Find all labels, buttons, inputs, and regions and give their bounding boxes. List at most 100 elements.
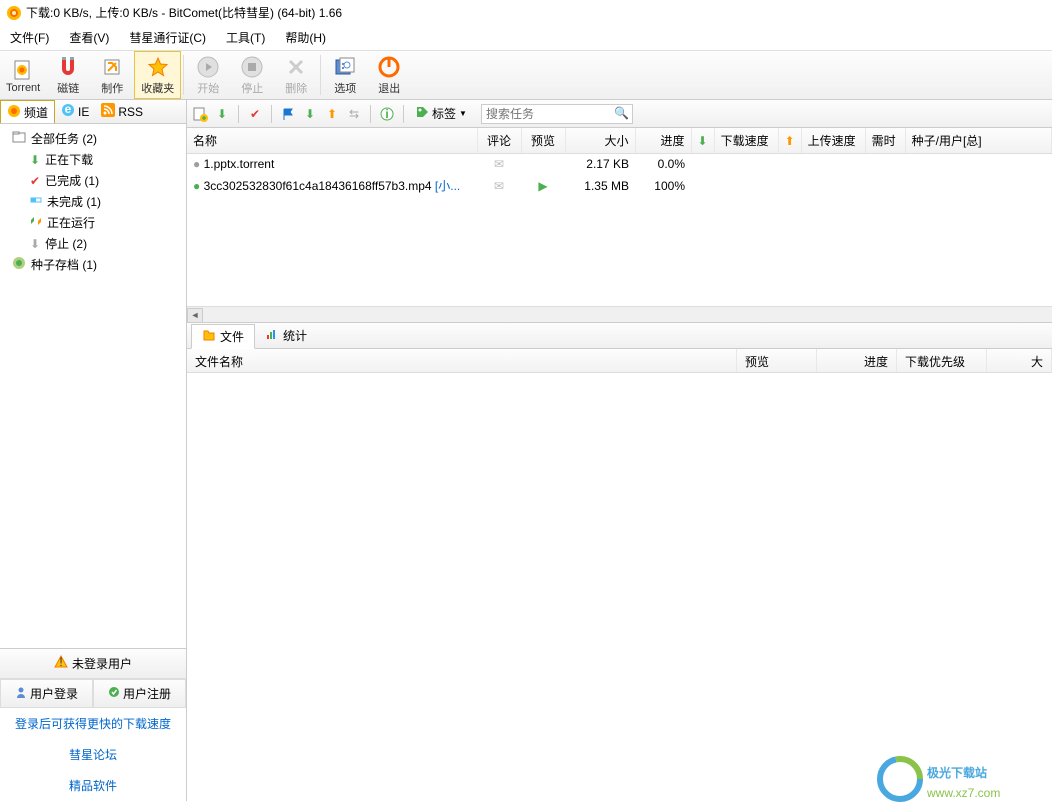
col-name[interactable]: 名称 bbox=[187, 128, 477, 154]
login-button[interactable]: 用户登录 bbox=[0, 679, 93, 708]
forum-link[interactable]: 彗星论坛 bbox=[0, 739, 186, 770]
download-icon[interactable]: ⬇ bbox=[213, 105, 231, 123]
tree-all-tasks[interactable]: 全部任务 (2) bbox=[2, 128, 184, 149]
scroll-left-icon[interactable]: ◄ bbox=[187, 308, 203, 323]
torrent-icon bbox=[11, 57, 35, 81]
col-ul-arrow[interactable]: ⬆ bbox=[778, 128, 801, 154]
tab-label: 统计 bbox=[283, 327, 307, 344]
favorites-button[interactable]: 收藏夹 bbox=[134, 51, 181, 99]
search-input[interactable] bbox=[481, 104, 633, 124]
torrent-button[interactable]: Torrent bbox=[0, 51, 46, 99]
col-preview[interactable]: 预览 bbox=[521, 128, 565, 154]
exit-label: 退出 bbox=[378, 80, 400, 96]
app-icon bbox=[6, 5, 22, 21]
software-link[interactable]: 精品软件 bbox=[0, 770, 186, 801]
register-button[interactable]: 用户注册 bbox=[93, 679, 186, 708]
detail-header: 文件名称 预览 进度 下载优先级 大 bbox=[187, 349, 1052, 373]
tree-downloading[interactable]: ⬇ 正在下载 bbox=[2, 149, 184, 170]
rss-icon bbox=[101, 103, 115, 120]
channel-icon bbox=[7, 104, 21, 121]
favorites-label: 收藏夹 bbox=[141, 80, 174, 96]
label-text: 标签 bbox=[432, 105, 456, 122]
check-icon[interactable]: ✔ bbox=[246, 105, 264, 123]
col-dl-arrow[interactable]: ⬇ bbox=[691, 128, 714, 154]
col-size2[interactable]: 大 bbox=[987, 349, 1052, 372]
user-box: ! 未登录用户 用户登录 用户注册 登录后可获得更快的下载速度 彗星论坛 精品软… bbox=[0, 648, 186, 801]
menu-file[interactable]: 文件(F) bbox=[6, 27, 53, 48]
col-ulspeed[interactable]: 上传速度 bbox=[801, 128, 865, 154]
exit-button[interactable]: 退出 bbox=[367, 51, 411, 99]
options-button[interactable]: 选项 bbox=[323, 51, 367, 99]
flag-icon[interactable] bbox=[279, 105, 297, 123]
h-scrollbar[interactable]: ◄ bbox=[187, 306, 1052, 322]
col-time[interactable]: 需时 bbox=[865, 128, 905, 154]
menu-view[interactable]: 查看(V) bbox=[65, 27, 113, 48]
channel-label: 频道 bbox=[24, 104, 48, 121]
col-comment[interactable]: 评论 bbox=[477, 128, 521, 154]
options-label: 选项 bbox=[334, 80, 356, 96]
tab-stats[interactable]: 统计 bbox=[255, 324, 317, 347]
stopped-icon: ⬇ bbox=[30, 237, 40, 251]
task-row[interactable]: ● 3cc302532830f61c4a18436168ff57b3.mp4 [… bbox=[187, 174, 1052, 197]
mail-icon[interactable]: ✉ bbox=[494, 157, 504, 171]
make-icon bbox=[100, 55, 124, 79]
sort-up-icon[interactable]: ⬆ bbox=[323, 105, 341, 123]
register-label: 用户注册 bbox=[123, 685, 171, 702]
col-preview2[interactable]: 预览 bbox=[737, 349, 817, 372]
task-progress: 100% bbox=[635, 174, 691, 197]
menu-help[interactable]: 帮助(H) bbox=[281, 27, 330, 48]
tab-rss[interactable]: RSS bbox=[95, 100, 149, 123]
info-icon[interactable]: i bbox=[378, 105, 396, 123]
tree-completed[interactable]: ✔ 已完成 (1) bbox=[2, 170, 184, 191]
col-progress2[interactable]: 进度 bbox=[817, 349, 897, 372]
task-header-row: 名称 评论 预览 大小 进度 ⬇ 下载速度 ⬆ 上传速度 需时 种子/用户[总] bbox=[187, 128, 1052, 154]
col-size[interactable]: 大小 bbox=[565, 128, 635, 154]
tab-ie[interactable]: e IE bbox=[55, 100, 95, 123]
search-icon[interactable]: 🔍 bbox=[614, 106, 629, 120]
stop-button[interactable]: 停止 bbox=[230, 51, 274, 99]
incomplete-icon bbox=[30, 194, 42, 209]
make-button[interactable]: 制作 bbox=[90, 51, 134, 99]
file-icon bbox=[202, 328, 216, 345]
label-button[interactable]: 标签 ▼ bbox=[411, 103, 471, 124]
tab-file[interactable]: 文件 bbox=[191, 324, 255, 349]
tree-running[interactable]: 正在运行 bbox=[2, 212, 184, 233]
separator bbox=[370, 105, 371, 123]
sort-down-icon[interactable]: ⬇ bbox=[301, 105, 319, 123]
new-task-icon[interactable] bbox=[191, 105, 209, 123]
menu-tools[interactable]: 工具(T) bbox=[222, 27, 269, 48]
mail-icon[interactable]: ✉ bbox=[494, 179, 504, 193]
login-tip-link[interactable]: 登录后可获得更快的下载速度 bbox=[0, 708, 186, 739]
start-button[interactable]: 开始 bbox=[186, 51, 230, 99]
move-icon[interactable]: ⇆ bbox=[345, 105, 363, 123]
tree-archive[interactable]: 种子存档 (1) bbox=[2, 254, 184, 275]
delete-button[interactable]: 删除 bbox=[274, 51, 318, 99]
col-progress[interactable]: 进度 bbox=[635, 128, 691, 154]
window-title: 下载:0 KB/s, 上传:0 KB/s - BitComet(比特彗星) (6… bbox=[26, 4, 342, 21]
magnet-button[interactable]: 磁链 bbox=[46, 51, 90, 99]
col-priority[interactable]: 下载优先级 bbox=[897, 349, 987, 372]
task-row[interactable]: ● 1.pptx.torrent ✉ 2.17 KB 0.0% bbox=[187, 154, 1052, 175]
col-seeds[interactable]: 种子/用户[总] bbox=[905, 128, 1051, 154]
col-dlspeed[interactable]: 下载速度 bbox=[714, 128, 778, 154]
main-toolbar: Torrent 磁链 制作 收藏夹 开始 停止 删除 选项 退出 bbox=[0, 51, 1052, 100]
title-bar: 下载:0 KB/s, 上传:0 KB/s - BitComet(比特彗星) (6… bbox=[0, 0, 1052, 25]
svg-text:!: ! bbox=[59, 655, 62, 669]
tree-incomplete[interactable]: 未完成 (1) bbox=[2, 191, 184, 212]
menu-pass[interactable]: 彗星通行证(C) bbox=[125, 27, 210, 48]
tree-stopped[interactable]: ⬇ 停止 (2) bbox=[2, 233, 184, 254]
task-link[interactable]: [小... bbox=[435, 179, 460, 193]
task-progress: 0.0% bbox=[635, 154, 691, 175]
tree-label: 正在运行 bbox=[47, 214, 95, 231]
task-tree: 全部任务 (2) ⬇ 正在下载 ✔ 已完成 (1) 未完成 (1) 正在运行 ⬇… bbox=[0, 124, 186, 648]
task-size: 2.17 KB bbox=[565, 154, 635, 175]
user-icon bbox=[15, 686, 27, 701]
right-panel: ⬇ ✔ ⬇ ⬆ ⇆ i 标签 ▼ 🔍 名称 评论 预览 大小 bbox=[187, 100, 1052, 801]
separator bbox=[403, 105, 404, 123]
not-logged-label: 未登录用户 bbox=[72, 655, 132, 672]
stats-icon bbox=[265, 327, 279, 344]
play-icon[interactable]: ▶ bbox=[538, 179, 547, 193]
torrent-label: Torrent bbox=[6, 82, 40, 94]
tab-channel[interactable]: 频道 bbox=[0, 100, 55, 123]
col-filename[interactable]: 文件名称 bbox=[187, 349, 737, 372]
